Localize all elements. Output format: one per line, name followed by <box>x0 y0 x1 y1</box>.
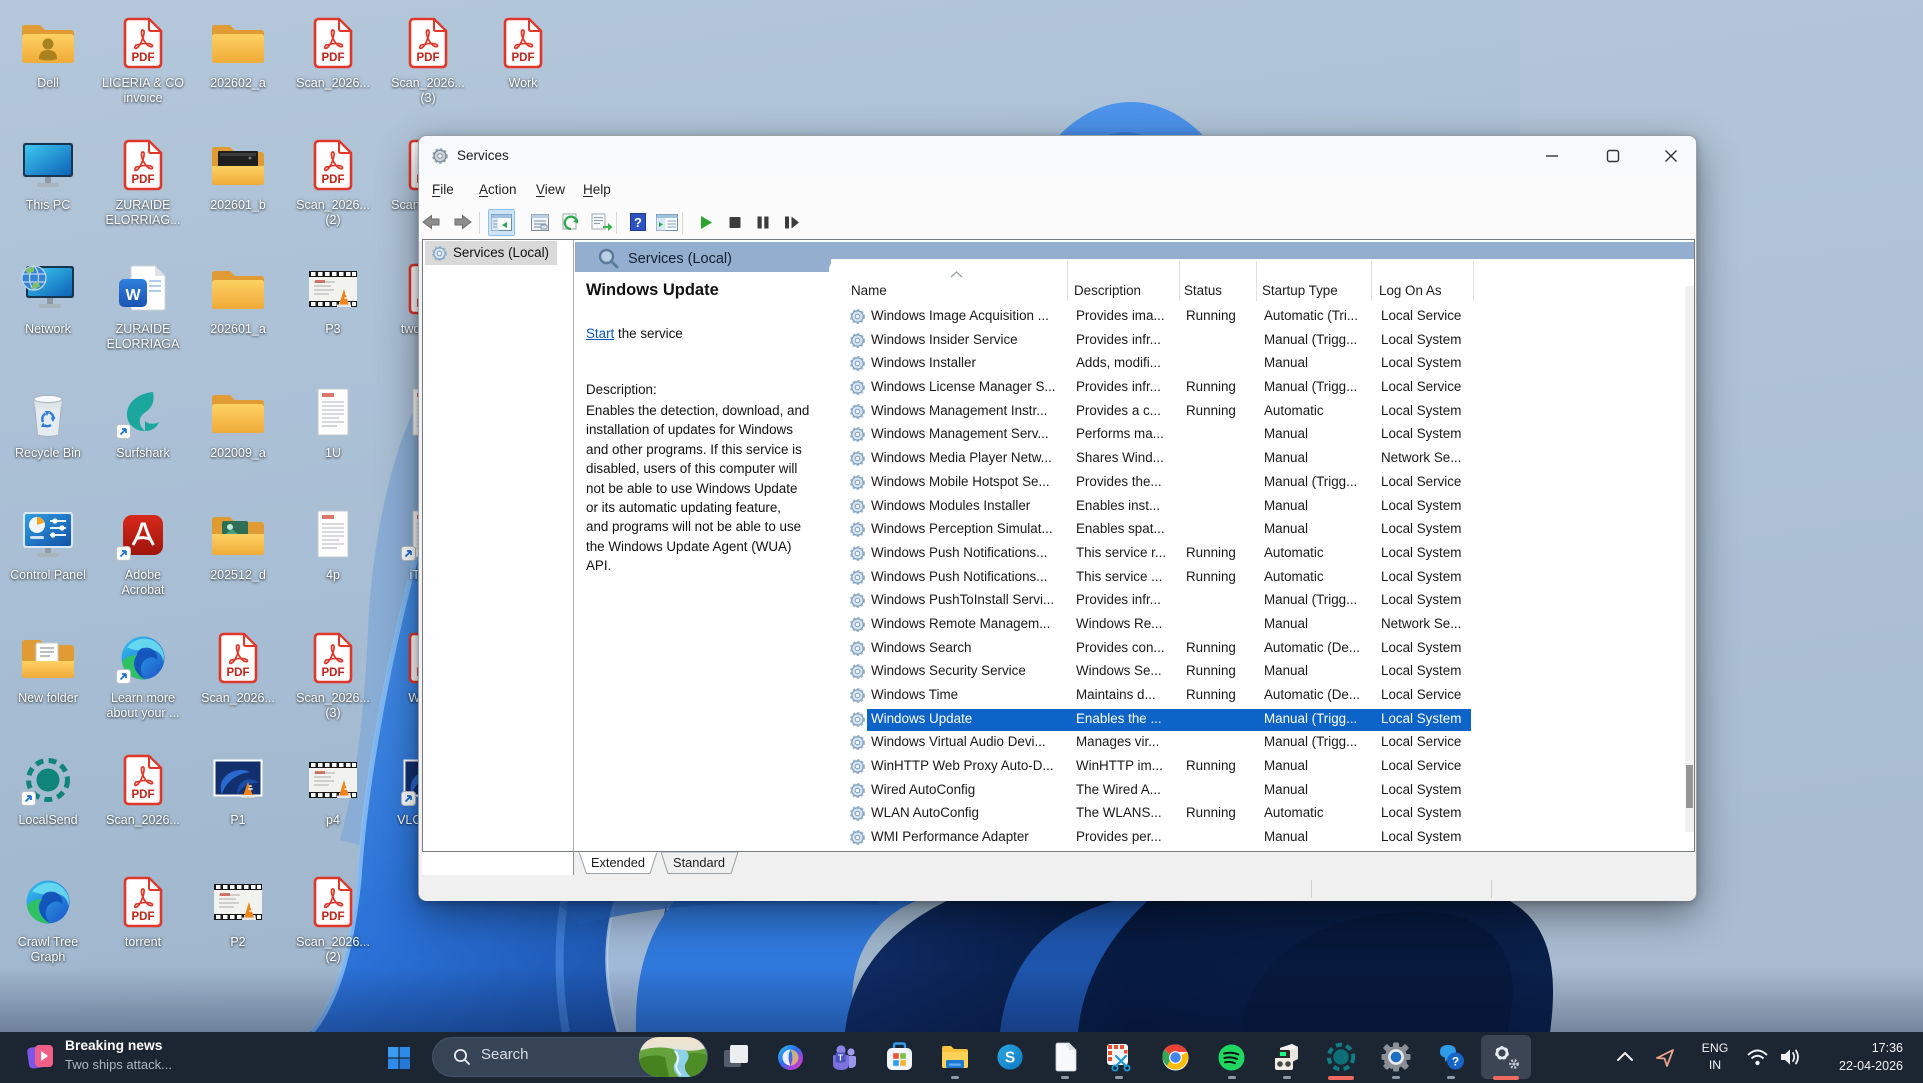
svg-text:S: S <box>1005 1050 1015 1067</box>
svg-text:T: T <box>838 1053 844 1063</box>
svg-text:?: ? <box>634 215 642 230</box>
svg-text:Extended: Extended <box>591 855 645 870</box>
svg-text:Standard: Standard <box>673 855 725 870</box>
svg-text:?: ? <box>1452 1055 1459 1069</box>
